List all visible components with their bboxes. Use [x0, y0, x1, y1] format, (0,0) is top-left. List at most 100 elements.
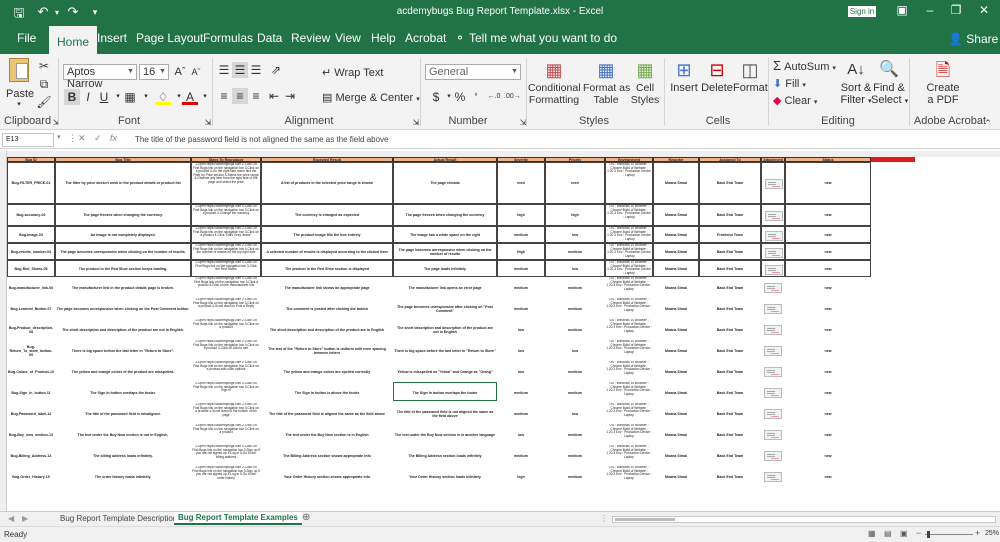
decrease-decimal-icon[interactable]: .00→	[504, 89, 521, 105]
cell-status[interactable]: new	[785, 162, 871, 204]
cell-environment[interactable]: OS : Windows 10 Browser : Chrome Build o…	[605, 445, 653, 466]
cell-actual[interactable]: The text under the Buy Now section is in…	[393, 424, 497, 445]
cell-assigned[interactable]: Back End Team	[699, 340, 761, 361]
cell-bug-title[interactable]: The title of the password field is misal…	[55, 403, 191, 424]
bold-button[interactable]: B	[64, 89, 80, 105]
cell-expected[interactable]: The text under the Buy Now section is in…	[261, 424, 393, 445]
cell-styles-button[interactable]: ▦ Cell Styles	[629, 58, 661, 106]
cell-status[interactable]: new	[785, 204, 871, 226]
cell-attachment[interactable]	[761, 204, 785, 226]
tell-me-search[interactable]: Tell me what you want to do	[469, 31, 617, 45]
cell-assigned[interactable]: Back End Team	[699, 204, 761, 226]
cell-priority[interactable]: low	[545, 260, 605, 277]
cell-expected[interactable]: The manufacturer link shows an appropria…	[261, 277, 393, 298]
cell-attachment[interactable]	[761, 298, 785, 319]
attachment-thumbnail[interactable]	[764, 408, 782, 419]
cell-actual[interactable]: The page becomes unresponsive after clic…	[393, 298, 497, 319]
hscroll-options-icon[interactable]: ⋮	[600, 514, 608, 523]
cell-steps[interactable]: 1-Open https://acdemybugs.com 2-Click On…	[191, 298, 261, 319]
cell-priority[interactable]: medium	[545, 466, 605, 487]
attachment-thumbnail[interactable]	[765, 211, 783, 221]
cell-actual[interactable]: The Billing Address section loads infini…	[393, 445, 497, 466]
zoom-slider-thumb[interactable]	[927, 531, 930, 538]
cell-environment[interactable]: OS : Windows 10 Browser : Chrome Build o…	[605, 260, 653, 277]
page-layout-view-icon[interactable]: ▤	[884, 529, 892, 538]
decrease-font-icon[interactable]: Aˇ	[188, 64, 204, 80]
sheet-area[interactable]: Bug ID Bug Title Steps To Reproduce Expe…	[7, 157, 1000, 511]
cell-attachment[interactable]	[761, 382, 785, 403]
italic-button[interactable]: I	[80, 89, 96, 105]
cell-assigned[interactable]: Frontend Team	[699, 226, 761, 243]
cell-assigned[interactable]: Back End Team	[699, 403, 761, 424]
attachment-thumbnail[interactable]	[764, 450, 782, 461]
cell-severity[interactable]: low	[497, 424, 545, 445]
cell-priority[interactable]: medium	[545, 361, 605, 382]
cell-status[interactable]: new	[785, 466, 871, 487]
cell-attachment[interactable]	[761, 162, 785, 204]
cell-bug-title[interactable]: The text under the Buy Now section is no…	[55, 424, 191, 445]
cell-priority[interactable]: low	[545, 340, 605, 361]
cell-steps[interactable]: 1-Open https://acdemybugs.com 2-Click On…	[191, 277, 261, 298]
cell-expected[interactable]: The title of the password field is align…	[261, 403, 393, 424]
cell-reporter[interactable]: Moana Simal	[653, 424, 699, 445]
cell-severity[interactable]: medium	[497, 260, 545, 277]
attachment-thumbnail[interactable]	[764, 282, 782, 293]
align-left-icon[interactable]: ≡	[216, 88, 232, 104]
cell-bug-title[interactable]: The Sign In button overlaps the footer.	[55, 382, 191, 403]
sheet-tab-examples[interactable]: Bug Report Template Examples	[174, 512, 302, 525]
cell-assigned[interactable]: Back End Team	[699, 424, 761, 445]
add-sheet-icon[interactable]: ⊕	[302, 512, 310, 523]
cell-severity[interactable]: low	[497, 319, 545, 340]
horizontal-scrollbar[interactable]	[612, 516, 996, 523]
cell-status[interactable]: new	[785, 382, 871, 403]
clear-button[interactable]: ◆ Clear ▾	[773, 94, 817, 107]
tab-view[interactable]: View	[335, 31, 361, 45]
cell-attachment[interactable]	[761, 424, 785, 445]
align-middle-icon[interactable]: ☰	[232, 62, 248, 78]
merge-center-button[interactable]: ▤ Merge & Center ▾	[322, 91, 420, 104]
cell-steps[interactable]: 1-Open https://acdemybugs.com 2-Click On…	[191, 382, 261, 403]
cell-bug-id[interactable]: Bug-Return_To_store_button-09	[7, 340, 55, 361]
cell-bug-title[interactable]: The product in the Red Shoe section keep…	[55, 260, 191, 277]
clipboard-launcher-icon[interactable]: ⇲	[48, 115, 64, 131]
cell-environment[interactable]: OS : Windows 10 Browser : Chrome Build o…	[605, 466, 653, 487]
cell-severity[interactable]: medium	[497, 277, 545, 298]
find-select-button[interactable]: 🔍 Find & Select ▾	[871, 58, 908, 106]
wrap-text-button[interactable]: ↵ Wrap Text	[322, 66, 383, 79]
cell-priority[interactable]: low	[545, 226, 605, 243]
align-top-icon[interactable]: ☰	[216, 62, 232, 78]
attachment-thumbnail[interactable]	[764, 345, 782, 356]
sort-filter-button[interactable]: A↓ Sort & Filter ▾	[838, 58, 874, 106]
cell-environment[interactable]: OS : Windows 10 Browser : Chrome Build o…	[605, 204, 653, 226]
number-launcher-icon[interactable]: ⇲	[515, 115, 531, 131]
sheet-tab-description[interactable]: Bug Report Template Description	[60, 514, 177, 523]
cell-bug-title[interactable]: The page becomes unresponsive when click…	[55, 298, 191, 319]
cell-priority[interactable]: medium	[545, 319, 605, 340]
cell-bug-id[interactable]: Bug-Image-03	[7, 226, 55, 243]
cell-attachment[interactable]	[761, 277, 785, 298]
cell-bug-id[interactable]: Bug-Password_label-12	[7, 403, 55, 424]
cell-assigned[interactable]: Back End Team	[699, 243, 761, 260]
cell-actual[interactable]: The page becomes unresponsive when click…	[393, 243, 497, 260]
zoom-slider[interactable]	[925, 531, 973, 538]
cell-priority[interactable]: medium	[545, 424, 605, 445]
cell-assigned[interactable]: Back End Team	[699, 361, 761, 382]
font-launcher-icon[interactable]: ⇲	[200, 115, 216, 131]
cell-severity[interactable]: medium	[497, 298, 545, 319]
cell-severity[interactable]: medium	[497, 382, 545, 403]
cell-bug-id[interactable]: Bug-accuracy-02	[7, 204, 55, 226]
cell-environment[interactable]: OS : Windows 10 Browser : Chrome Build o…	[605, 424, 653, 445]
cell-attachment[interactable]	[761, 445, 785, 466]
cell-attachment[interactable]	[761, 361, 785, 382]
cell-expected[interactable]: The currency is changed as expected	[261, 204, 393, 226]
create-pdf-button[interactable]: 🗎 Create a PDF	[920, 58, 966, 106]
cell-expected[interactable]: The comment is posted after clicking the…	[261, 298, 393, 319]
cell-expected[interactable]: The Billing Address section shows approp…	[261, 445, 393, 466]
cell-actual[interactable]: The page reloads	[393, 162, 497, 204]
page-break-view-icon[interactable]: ▣	[900, 529, 908, 538]
cell-severity[interactable]: medium	[497, 403, 545, 424]
cell-status[interactable]: new	[785, 260, 871, 277]
cell-bug-id[interactable]: Bug-results_number-04	[7, 243, 55, 260]
cell-priority[interactable]: med	[545, 162, 605, 204]
cell-assigned[interactable]: Back End Team	[699, 445, 761, 466]
